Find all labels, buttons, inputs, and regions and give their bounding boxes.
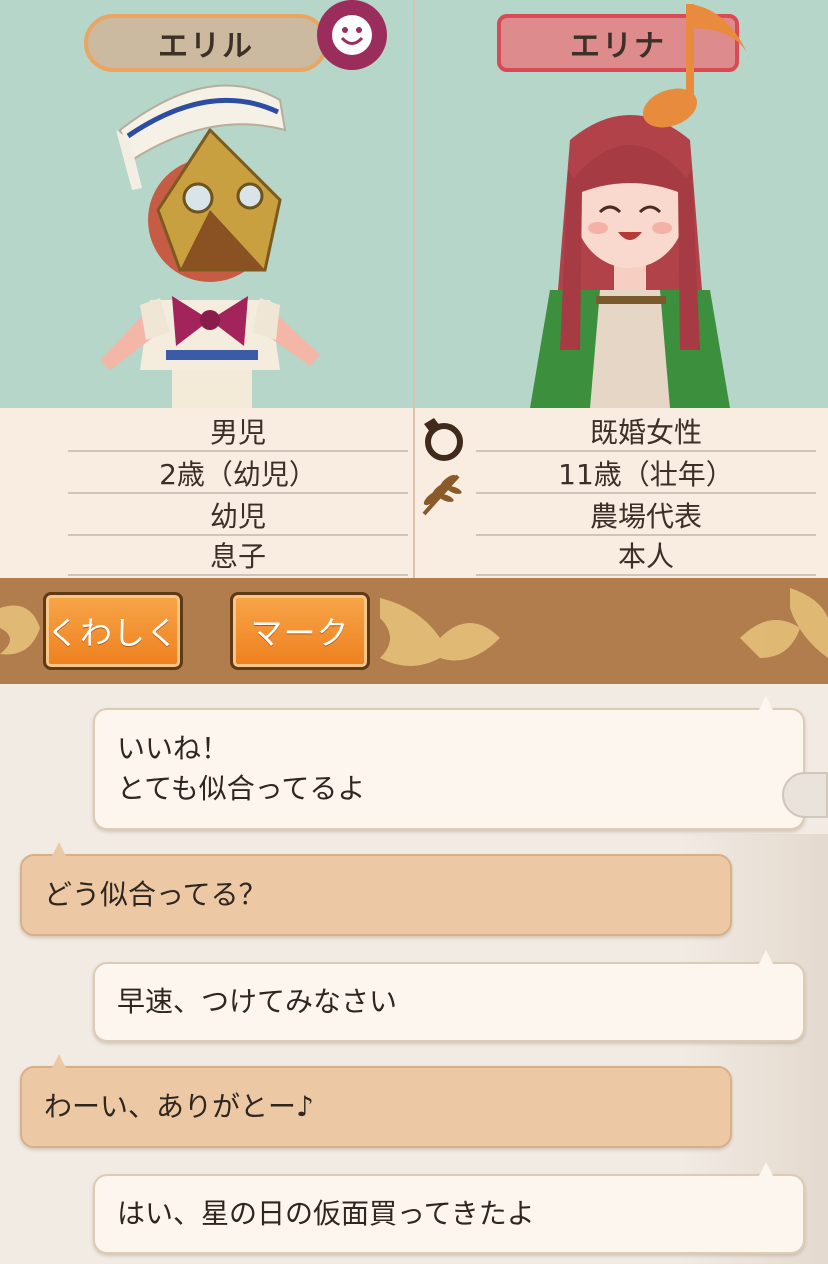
portrait-panel: エリル エリナ xyxy=(0,0,828,408)
wheat-icon xyxy=(422,474,462,516)
child-character-portrait[interactable] xyxy=(80,70,340,408)
left-age: 2歳（幼児） xyxy=(68,454,408,494)
chat-bubble-self: 早速、つけてみなさい xyxy=(93,950,805,1042)
chat-text: はい、星の日の仮面買ってきたよ xyxy=(117,1197,535,1230)
profile-info-table: 男児 2歳（幼児） 幼児 息子 既婚女性 11歳（壮年） 農場代表 本人 xyxy=(0,408,828,578)
chat-bubble-self: はい、星の日の仮面買ってきたよ xyxy=(93,1162,805,1254)
chat-bubble-self: いいね！ とても似合ってるよ xyxy=(93,696,805,830)
chat-text: いいね！ xyxy=(117,732,230,765)
smile-face-icon xyxy=(317,0,387,70)
right-relation: 本人 xyxy=(476,536,816,576)
left-relation: 息子 xyxy=(68,536,408,576)
music-note-icon xyxy=(642,4,750,128)
left-character-name: エリル xyxy=(84,14,328,72)
ring-icon xyxy=(424,418,463,461)
scroll-handle[interactable] xyxy=(782,772,828,818)
info-divider xyxy=(413,408,415,578)
action-bar: くわしく マーク xyxy=(0,578,828,684)
left-job: 幼児 xyxy=(68,496,408,536)
left-gender: 男児 xyxy=(68,412,408,452)
chat-text: わーい、ありがとー♪ xyxy=(44,1090,314,1123)
chat-log[interactable]: いいね！ とても似合ってるよ どう似合ってる？ 早速、つけてみなさい わーい、あ… xyxy=(0,684,828,1264)
right-age: 11歳（壮年） xyxy=(476,454,816,494)
mark-button[interactable]: マーク xyxy=(230,592,370,670)
chat-text: とても似合ってるよ xyxy=(117,772,366,805)
portrait-divider xyxy=(413,0,415,408)
right-gender: 既婚女性 xyxy=(476,412,816,452)
chat-bubble-other: どう似合ってる？ xyxy=(20,842,732,936)
detail-button[interactable]: くわしく xyxy=(43,592,183,670)
right-job: 農場代表 xyxy=(476,496,816,536)
chat-bubble-other: わーい、ありがとー♪ xyxy=(20,1054,732,1148)
chat-text: 早速、つけてみなさい xyxy=(117,985,398,1018)
woman-character-portrait[interactable] xyxy=(520,100,740,408)
chat-text: どう似合ってる？ xyxy=(44,878,267,911)
